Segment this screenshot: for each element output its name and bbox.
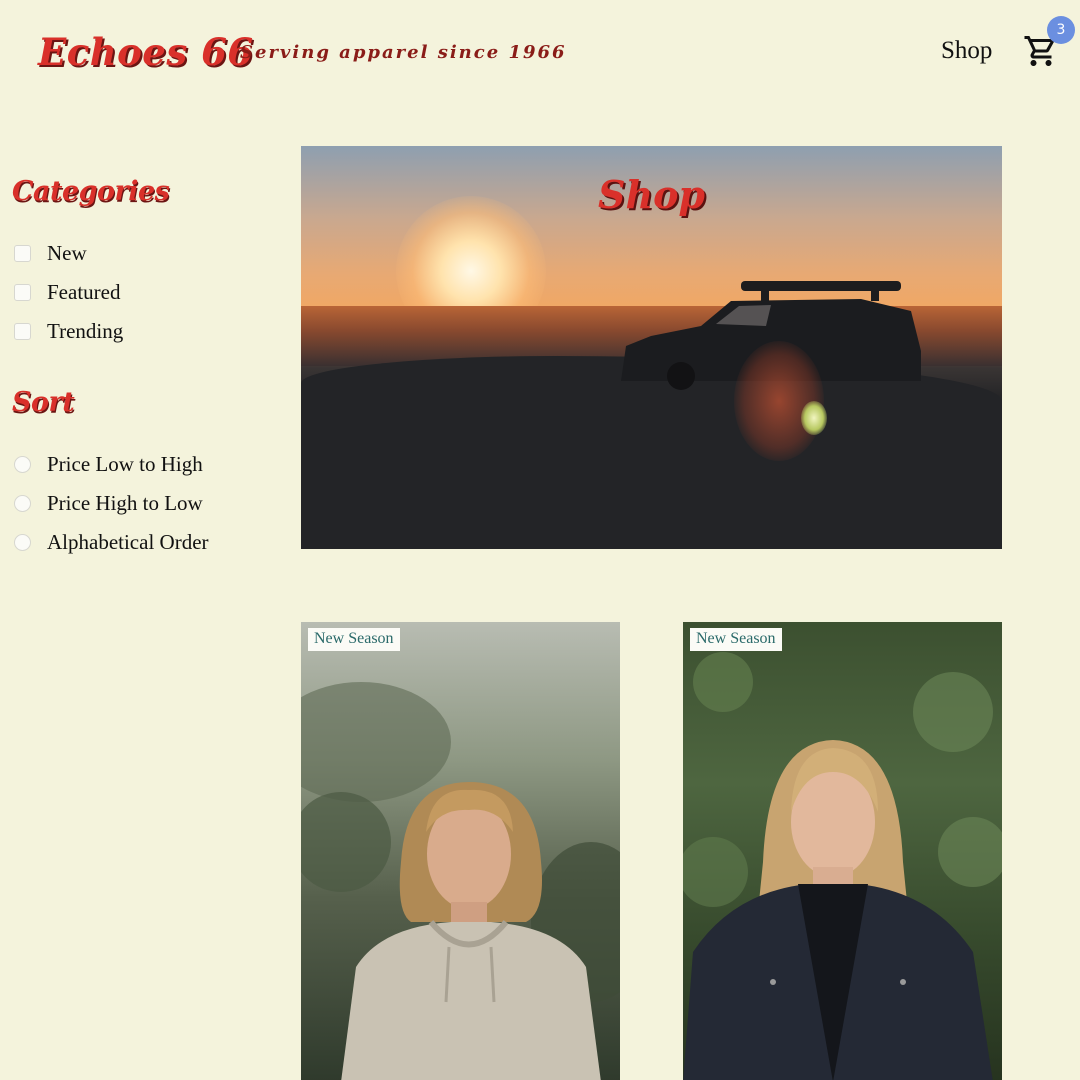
hero-banner: Shop (301, 146, 1002, 549)
product-card[interactable]: New Season (301, 622, 620, 1080)
new-season-tag: New Season (690, 628, 782, 651)
categories-heading: Categories (12, 176, 170, 207)
sort-label: Price Low to High (47, 451, 203, 476)
cart-count-badge: 3 (1047, 16, 1075, 44)
hero-title: Shop (598, 172, 705, 217)
checkbox[interactable] (14, 322, 31, 340)
sort-heading: Sort (12, 387, 75, 418)
nav-link-shop[interactable]: Shop (941, 37, 992, 65)
lens-flare-dot (801, 401, 827, 435)
new-season-tag: New Season (308, 628, 400, 651)
page: Echoes 66 Serving apparel since 1966 Sho… (0, 0, 1080, 1080)
category-label: New (47, 240, 87, 265)
product-image-person (301, 682, 620, 1080)
radio-button[interactable] (14, 455, 31, 473)
category-option-featured[interactable]: Featured (14, 279, 120, 305)
product-card[interactable]: New Season (683, 622, 1002, 1080)
site-logo[interactable]: Echoes 66 (38, 30, 254, 74)
radio-button[interactable] (14, 533, 31, 551)
radio-button[interactable] (14, 494, 31, 512)
site-tagline: Serving apparel since 1966 (240, 42, 567, 63)
sort-label: Alphabetical Order (47, 529, 209, 554)
sort-option-price-low-high[interactable]: Price Low to High (14, 451, 203, 477)
category-option-new[interactable]: New (14, 240, 87, 266)
checkbox[interactable] (14, 244, 31, 262)
checkbox[interactable] (14, 283, 31, 301)
category-option-trending[interactable]: Trending (14, 318, 123, 344)
product-image-person (683, 652, 1002, 1080)
sort-option-price-high-low[interactable]: Price High to Low (14, 490, 203, 516)
sort-option-alphabetical[interactable]: Alphabetical Order (14, 529, 209, 555)
category-label: Featured (47, 279, 121, 304)
sort-label: Price High to Low (47, 490, 203, 515)
category-label: Trending (47, 318, 124, 343)
